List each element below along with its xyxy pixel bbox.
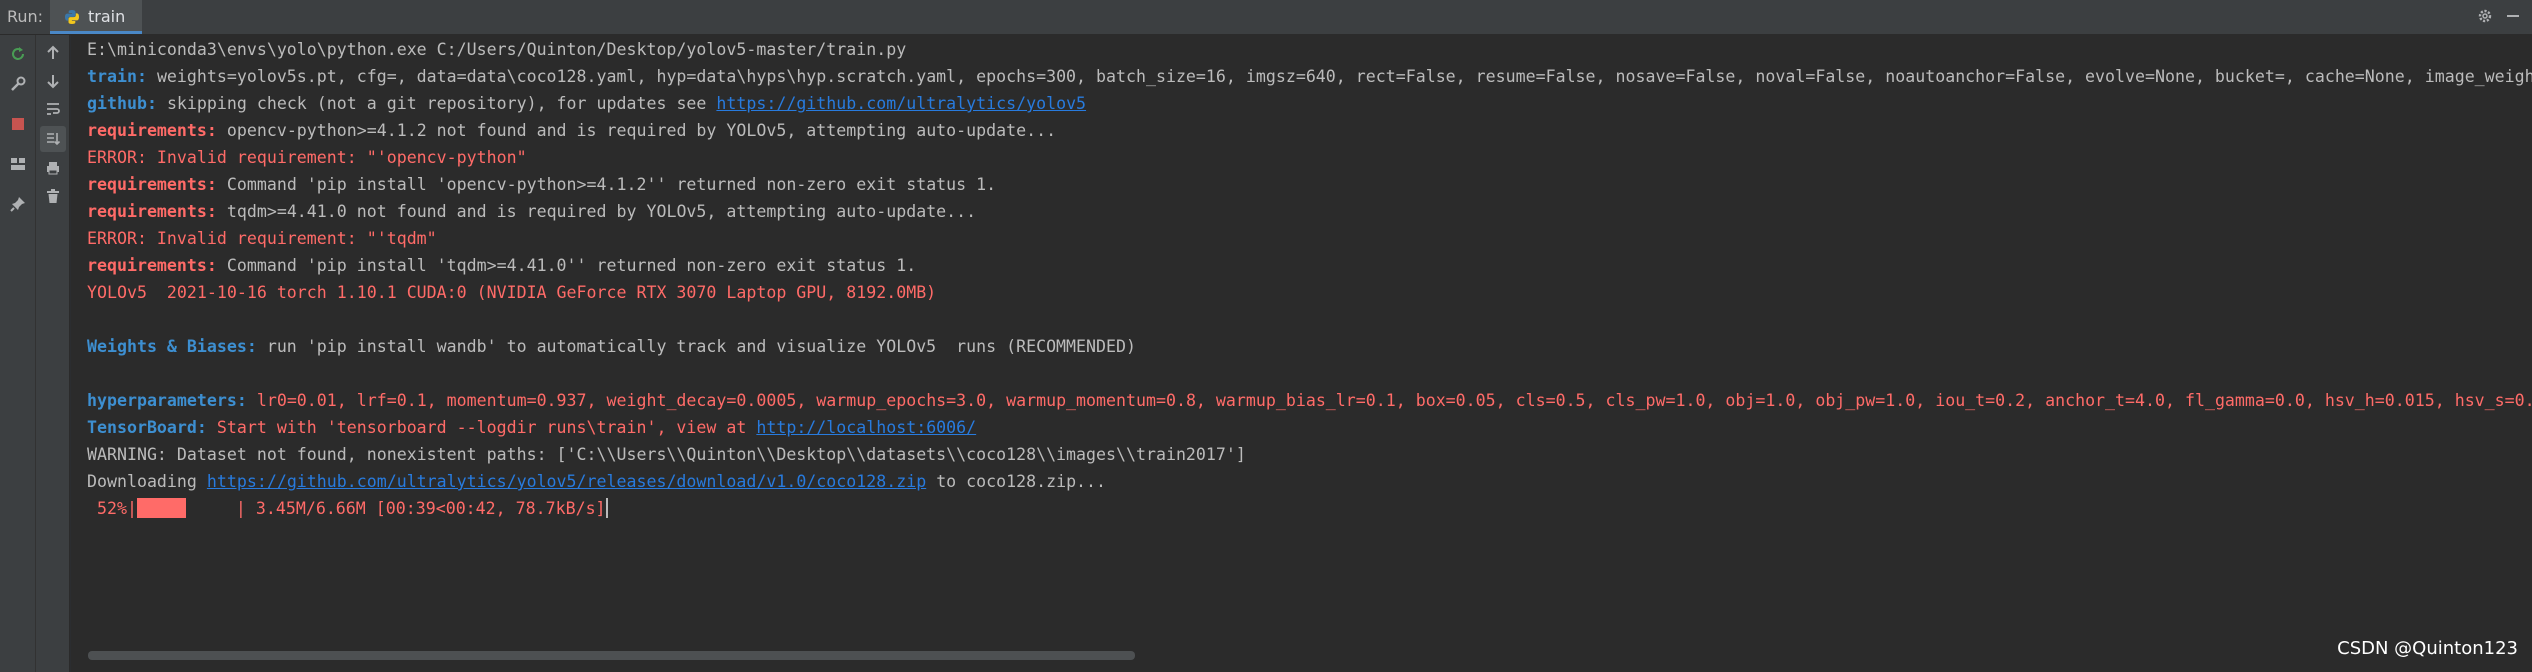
tab-train[interactable]: train bbox=[50, 0, 142, 34]
horizontal-scrollbar[interactable] bbox=[88, 651, 1135, 660]
console-line-command: E:\miniconda3\envs\yolo\python.exe C:/Us… bbox=[87, 40, 907, 59]
tensorboard-text: Start with 'tensorboard --logdir runs\tr… bbox=[216, 418, 757, 437]
console-line-progress: 52%| | 3.45M/6.66M [00:39<00:42, 78.7kB/… bbox=[87, 497, 608, 521]
rerun-icon[interactable] bbox=[7, 43, 29, 65]
console-line-hyp: hyperparameters: lr0=0.01, lrf=0.1, mome… bbox=[87, 389, 2532, 413]
console-line-download: Downloading https://github.com/ultralyti… bbox=[87, 470, 1106, 494]
stop-icon[interactable] bbox=[7, 113, 29, 135]
progress-percent: 52%| bbox=[87, 499, 137, 518]
arrow-down-icon[interactable] bbox=[42, 70, 64, 92]
console-line-error2: ERROR: Invalid requirement: "'tqdm" bbox=[87, 229, 437, 248]
console-line-req2: requirements: Command 'pip install 'open… bbox=[87, 173, 996, 197]
progress-bar bbox=[136, 498, 186, 518]
console-line-wandb: Weights & Biases: run 'pip install wandb… bbox=[87, 335, 1136, 359]
req2-text: Command 'pip install 'opencv-python>=4.1… bbox=[226, 175, 997, 194]
soft-wrap-icon[interactable] bbox=[42, 98, 64, 120]
gear-icon[interactable] bbox=[2476, 8, 2494, 26]
github-text: skipping check (not a git repository), f… bbox=[166, 94, 717, 113]
requirements-prefix: requirements: bbox=[87, 256, 227, 275]
python-icon bbox=[64, 9, 80, 25]
console-line-train: train: weights=yolov5s.pt, cfg=, data=da… bbox=[87, 65, 2532, 89]
github-link[interactable]: https://github.com/ultralytics/yolov5 bbox=[716, 94, 1086, 113]
requirements-prefix: requirements: bbox=[87, 202, 227, 221]
tab-label: train bbox=[88, 7, 126, 26]
minimize-icon[interactable] bbox=[2504, 8, 2522, 26]
text-caret bbox=[605, 498, 608, 518]
console-line-req3: requirements: tqdm>=4.41.0 not found and… bbox=[87, 200, 976, 224]
console-line-tensorboard: TensorBoard: Start with 'tensorboard --l… bbox=[87, 416, 976, 440]
trash-icon[interactable] bbox=[42, 185, 64, 207]
run-toolbar: Run: train bbox=[0, 0, 2532, 35]
req1-text: opencv-python>=4.1.2 not found and is re… bbox=[226, 121, 1057, 140]
train-prefix: train: bbox=[87, 67, 157, 86]
run-actions-strip bbox=[0, 35, 36, 672]
wandb-text: run 'pip install wandb' to automatically… bbox=[266, 337, 1136, 356]
console-line-github: github: skipping check (not a git reposi… bbox=[87, 92, 1086, 116]
wandb-prefix: Weights & Biases: bbox=[87, 337, 267, 356]
run-label: Run: bbox=[7, 7, 44, 26]
print-icon[interactable] bbox=[42, 157, 64, 179]
pin-icon[interactable] bbox=[7, 193, 29, 215]
console-line-req4: requirements: Command 'pip install 'tqdm… bbox=[87, 254, 916, 278]
requirements-prefix: requirements: bbox=[87, 175, 227, 194]
download-prefix: Downloading bbox=[87, 472, 207, 491]
train-args: weights=yolov5s.pt, cfg=, data=data\coco… bbox=[156, 67, 2532, 86]
download-suffix: to coco128.zip... bbox=[926, 472, 1107, 491]
watermark: CSDN @Quinton123 bbox=[2337, 638, 2518, 659]
console-line-yolo: YOLOv5 2021-10-16 torch 1.10.1 CUDA:0 (N… bbox=[87, 283, 937, 302]
console-line-error1: ERROR: Invalid requirement: "'opencv-pyt… bbox=[87, 148, 527, 167]
scroll-to-end-icon[interactable] bbox=[40, 126, 66, 152]
req4-text: Command 'pip install 'tqdm>=4.41.0'' ret… bbox=[226, 256, 917, 275]
hyp-text: lr0=0.01, lrf=0.1, momentum=0.937, weigh… bbox=[256, 391, 2532, 410]
requirements-prefix: requirements: bbox=[87, 121, 227, 140]
download-link[interactable]: https://github.com/ultralytics/yolov5/re… bbox=[207, 472, 926, 491]
tensorboard-link[interactable]: http://localhost:6006/ bbox=[756, 418, 976, 437]
layout-icon[interactable] bbox=[7, 153, 29, 175]
github-prefix: github: bbox=[87, 94, 167, 113]
arrow-up-icon[interactable] bbox=[42, 42, 64, 64]
console-tools-strip bbox=[36, 35, 70, 672]
tensorboard-prefix: TensorBoard: bbox=[87, 418, 217, 437]
wrench-icon[interactable] bbox=[7, 73, 29, 95]
console-line-warning: WARNING: Dataset not found, nonexistent … bbox=[87, 445, 1246, 464]
console-line-req1: requirements: opencv-python>=4.1.2 not f… bbox=[87, 119, 1056, 143]
console-output[interactable]: E:\miniconda3\envs\yolo\python.exe C:/Us… bbox=[71, 35, 2532, 645]
progress-rest: | 3.45M/6.66M [00:39<00:42, 78.7kB/s] bbox=[185, 499, 606, 518]
hyp-prefix: hyperparameters: bbox=[87, 391, 257, 410]
req3-text: tqdm>=4.41.0 not found and is required b… bbox=[226, 202, 977, 221]
